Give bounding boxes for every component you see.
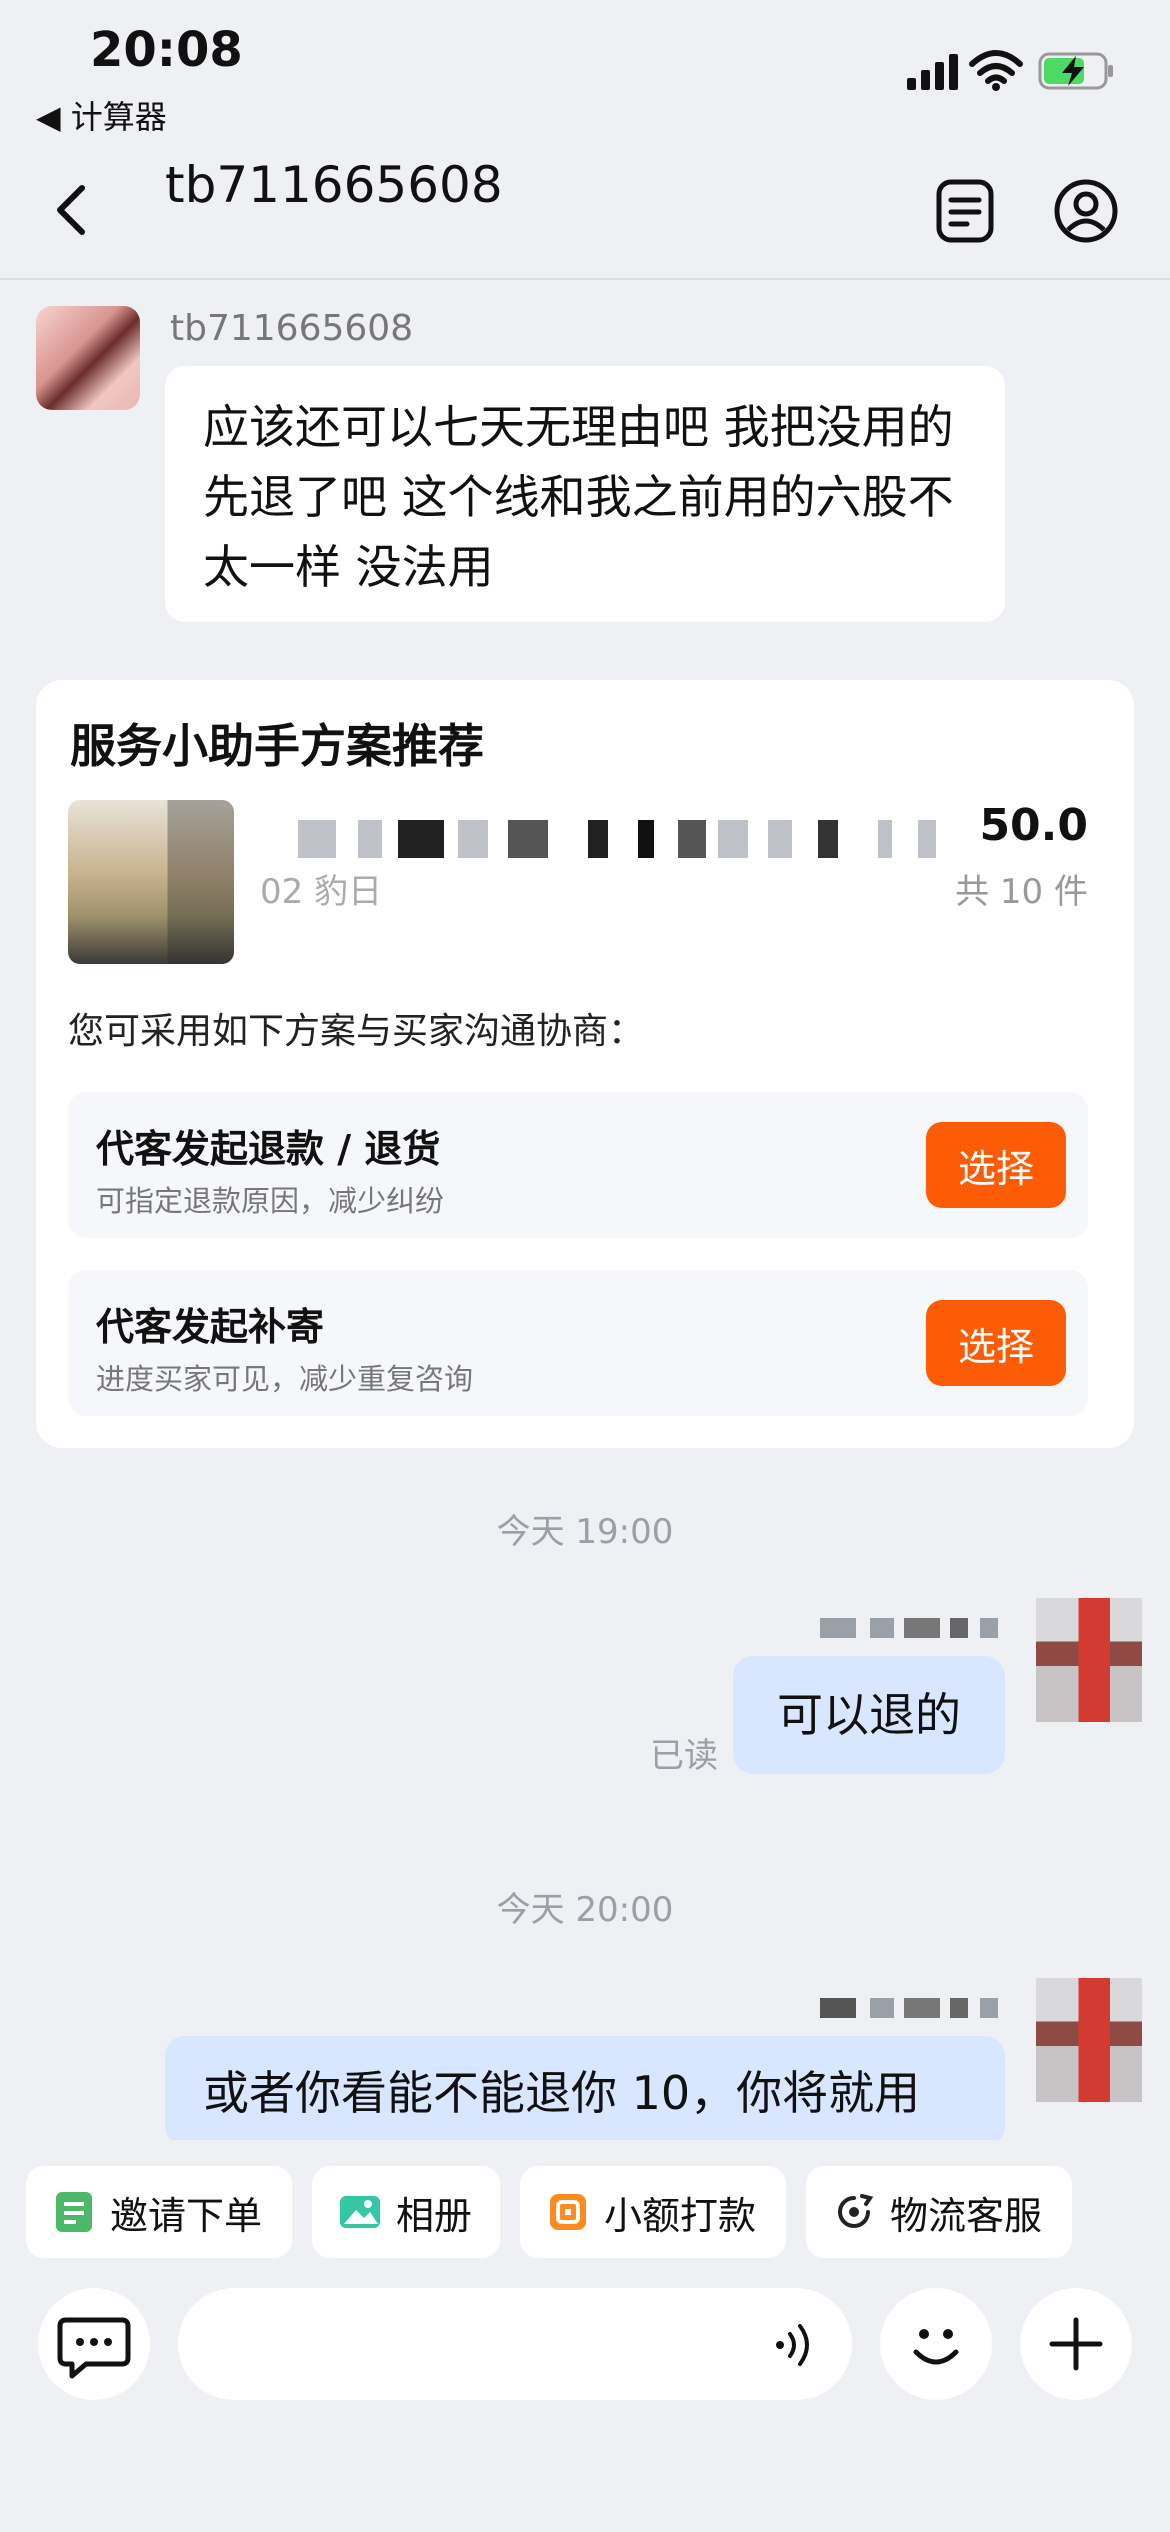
- user-profile-icon[interactable]: [1053, 178, 1119, 244]
- battery-charging-icon: [1038, 52, 1113, 90]
- quick-action-label: 小额打款: [604, 2193, 757, 2238]
- chat-bubble-icon: [57, 2317, 131, 2379]
- back-to-app-link[interactable]: ◀ 计算器: [36, 92, 167, 138]
- option-resend: 代客发起补寄 进度买家可见，减少重复咨询 选择: [68, 1270, 1088, 1416]
- card-title: 服务小助手方案推荐: [70, 719, 484, 773]
- seller-name-redacted: [820, 1998, 1000, 2018]
- invite-order-button[interactable]: 邀请下单: [26, 2166, 292, 2258]
- small-payment-icon: [550, 2194, 586, 2230]
- seller-avatar[interactable]: [1036, 1978, 1142, 2102]
- chat-title: tb711665608: [165, 156, 503, 214]
- cellular-signal-icon: [907, 54, 958, 90]
- select-refund-button[interactable]: 选择: [926, 1122, 1066, 1208]
- buyer-message-bubble: 应该还可以七天无理由吧 我把没用的先退了吧 这个线和我之前用的六股不太一样 没法…: [165, 366, 1005, 622]
- input-bar: [0, 2262, 1170, 2532]
- service-assistant-card: 服务小助手方案推荐 02 豹日 50.0 共 10 件 您可采用如下方案与买家沟…: [36, 680, 1134, 1448]
- timestamp: 今天 19:00: [496, 1512, 674, 1552]
- buyer-name: tb711665608: [170, 308, 414, 349]
- status-time: 20:08: [90, 22, 243, 78]
- plus-icon: [1049, 2317, 1103, 2371]
- chat-header: tb711665608: [0, 150, 1170, 280]
- timestamp: 今天 20:00: [496, 1890, 674, 1930]
- album-icon: [340, 2196, 380, 2228]
- order-list-icon[interactable]: [935, 178, 995, 244]
- product-spec: 02 豹日: [260, 872, 383, 912]
- emoji-button[interactable]: [880, 2288, 992, 2400]
- option-description: 可指定退款原因，减少纠纷: [96, 1184, 445, 1218]
- voice-icon[interactable]: [770, 2320, 820, 2370]
- status-bar: 20:08 ◀ 计算器: [0, 0, 1170, 150]
- back-arrow-icon[interactable]: [50, 180, 94, 240]
- smiley-icon: [913, 2329, 959, 2365]
- more-options-button[interactable]: [1020, 2288, 1132, 2400]
- wifi-icon: [969, 50, 1023, 91]
- quick-action-label: 物流客服: [890, 2193, 1043, 2238]
- quick-actions-bar: 邀请下单 相册 小额打款 物流客服: [0, 2140, 1170, 2262]
- seller-message-bubble: 可以退的: [733, 1656, 1005, 1774]
- option-title: 代客发起补寄: [96, 1305, 325, 1349]
- message-input[interactable]: [178, 2288, 852, 2400]
- quick-action-label: 邀请下单: [110, 2193, 263, 2238]
- select-resend-button[interactable]: 选择: [926, 1300, 1066, 1386]
- product-price: 50.0: [979, 800, 1088, 851]
- option-description: 进度买家可见，减少重复咨询: [96, 1362, 474, 1396]
- read-receipt: 已读: [650, 1736, 718, 1776]
- logistics-service-button[interactable]: 物流客服: [806, 2166, 1072, 2258]
- album-button[interactable]: 相册: [312, 2166, 500, 2258]
- message-button[interactable]: [38, 2288, 150, 2400]
- small-payment-button[interactable]: 小额打款: [520, 2166, 786, 2258]
- logistics-service-icon: [838, 2194, 874, 2228]
- option-refund-return: 代客发起退款 / 退货 可指定退款原因，减少纠纷 选择: [68, 1092, 1088, 1238]
- seller-message-bubble: 或者你看能不能退你 10，你将就用: [165, 2036, 1005, 2146]
- seller-avatar[interactable]: [1036, 1598, 1142, 1722]
- buyer-avatar[interactable]: [36, 306, 140, 410]
- product-thumbnail[interactable]: [68, 800, 234, 964]
- option-title: 代客发起退款 / 退货: [96, 1127, 441, 1171]
- card-hint: 您可采用如下方案与买家沟通协商：: [68, 1011, 645, 1052]
- quick-action-label: 相册: [396, 2193, 473, 2238]
- invite-order-icon: [56, 2192, 92, 2232]
- seller-name-redacted: [820, 1618, 1000, 1638]
- product-count: 共 10 件: [955, 872, 1088, 912]
- product-title-redacted: [298, 820, 988, 860]
